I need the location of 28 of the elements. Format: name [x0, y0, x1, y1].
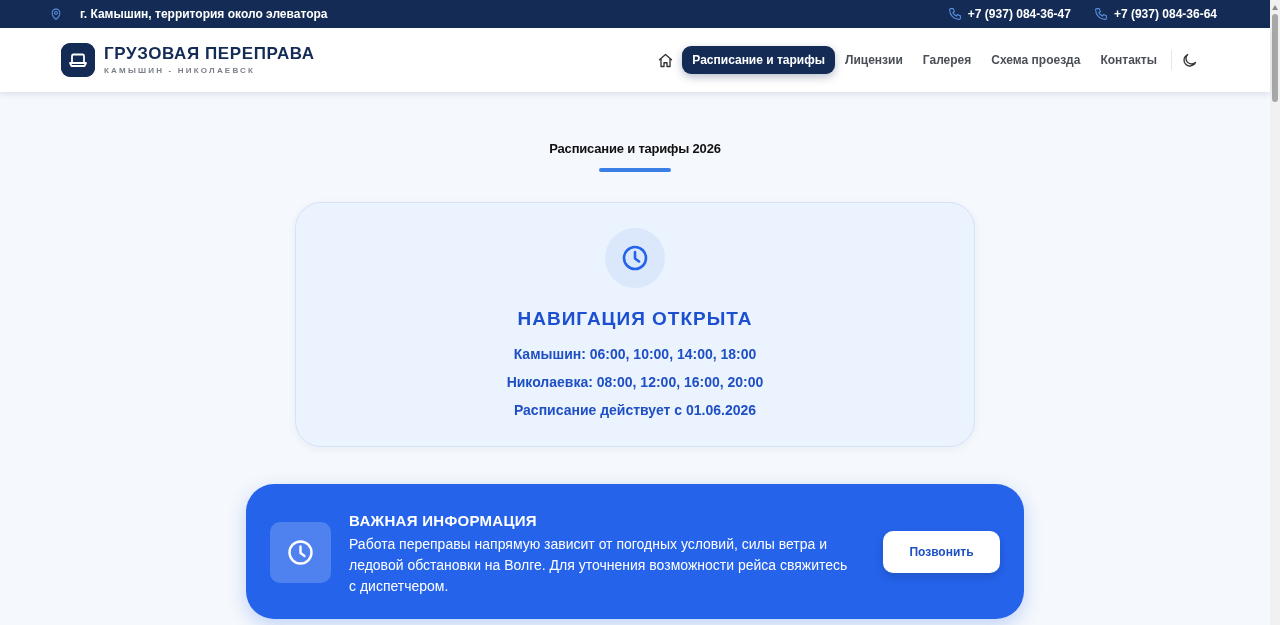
- schedule-text: Расписание действует с 01.06.2026: [512, 400, 758, 419]
- phone-link[interactable]: +7 (937) 084-36-47: [967, 5, 1071, 23]
- phone-icon: [1094, 8, 1107, 20]
- nav-link[interactable]: Галерея: [912, 46, 982, 74]
- notice-text: Работа переправы напрямую зависит от погодных условий, силы ветра и ледовой обстановки на Волге. Для уточнения возможности рейса свяжитесь с диспетчером.: [349, 534, 849, 596]
- nav-link[interactable]: Расписание и тарифы: [682, 46, 835, 74]
- home-icon[interactable]: [658, 52, 674, 68]
- address-text: г. Камышин, территория около элеватора: [80, 6, 328, 23]
- notice-title: ВАЖНАЯ ИНФОРМАЦИЯ: [349, 511, 538, 530]
- title-underline: [599, 167, 671, 172]
- logo-tray-icon[interactable]: [61, 43, 95, 77]
- nav-link[interactable]: Контакты: [1090, 46, 1167, 74]
- section-title: Расписание и тарифы 2026: [548, 141, 722, 157]
- phone-link[interactable]: +7 (937) 084-36-64: [1113, 5, 1217, 23]
- nav-link[interactable]: Лицензии: [835, 46, 913, 74]
- site-title: ГРУЗОВАЯ ПЕРЕПРАВА: [104, 45, 315, 62]
- moon-icon[interactable]: [1182, 52, 1197, 68]
- schedule-text: Николаевка: 08:00, 12:00, 16:00, 20:00: [505, 372, 765, 391]
- site-subtitle: КАМЫШИН - НИКОЛАЕВСК: [104, 67, 257, 75]
- clock-icon: [270, 521, 331, 583]
- clock-icon: [605, 227, 665, 288]
- nav-link[interactable]: Схема проезда: [981, 46, 1091, 74]
- scrollbar[interactable]: [1270, 0, 1280, 625]
- location-pin-icon: [50, 8, 62, 20]
- call-button[interactable]: Позвонить: [883, 531, 1000, 574]
- phone-icon: [948, 8, 961, 20]
- status-title: НАВИГАЦИЯ ОТКРЫТА: [516, 306, 754, 331]
- schedule-text: Камышин: 06:00, 10:00, 14:00, 18:00: [512, 344, 758, 363]
